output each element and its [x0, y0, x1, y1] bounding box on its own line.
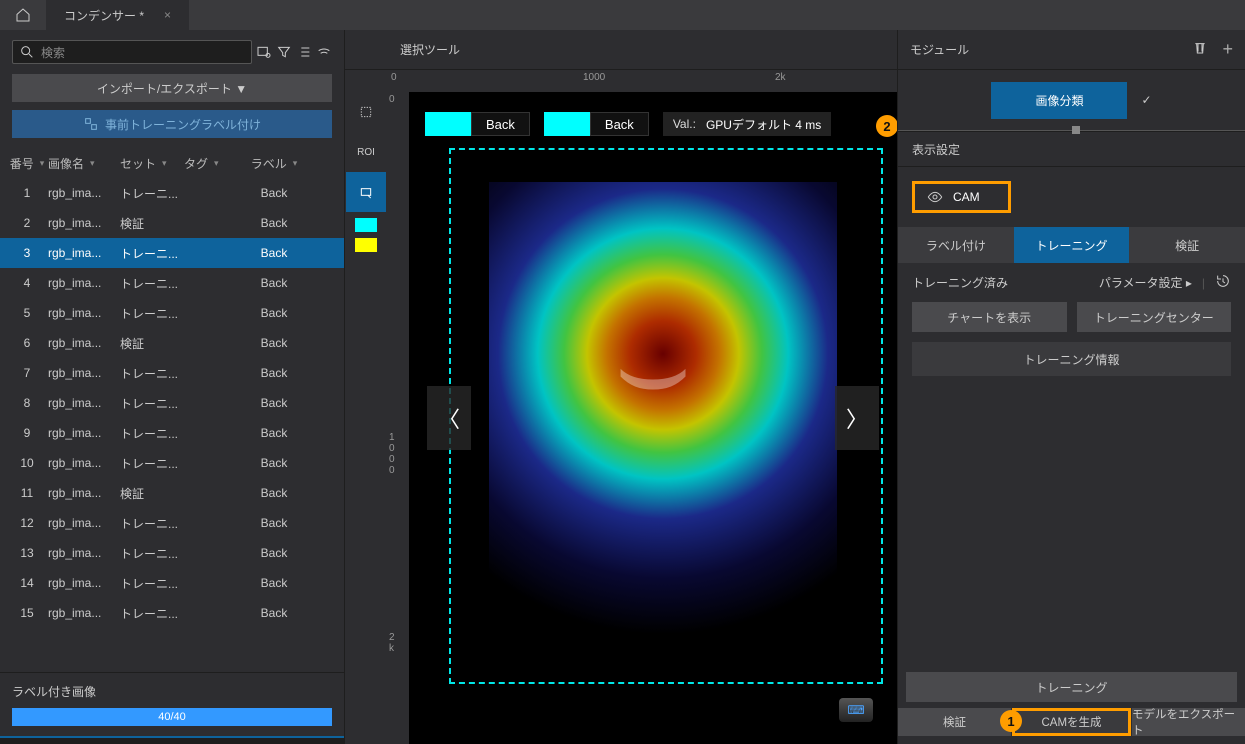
history-icon[interactable]: [1215, 273, 1231, 292]
pretrain-icon: [83, 116, 99, 132]
table-row[interactable]: 9rgb_ima...トレーニ...Back: [0, 418, 344, 448]
select-tool[interactable]: [346, 92, 386, 132]
verify-button[interactable]: 検証 1: [898, 708, 1011, 736]
right-tabs: ラベル付け トレーニング 検証: [898, 227, 1245, 263]
training-info-header: トレーニング情報: [912, 342, 1231, 376]
module-title: モジュール: [910, 41, 969, 58]
module-button[interactable]: 画像分類: [991, 82, 1127, 119]
callout-badge-1: 1: [1000, 710, 1022, 732]
canvas-panel: 選択ツール 0 1000 2k ROI 0 1 0 0 0 2 k Back: [345, 30, 897, 744]
check-icon[interactable]: ✓: [1141, 93, 1151, 107]
tab-verify[interactable]: 検証: [1129, 227, 1245, 263]
import-export-button[interactable]: インポート/エクスポート ▼: [12, 74, 332, 102]
callout-badge-2: 2: [876, 115, 897, 137]
rect-tool[interactable]: [346, 172, 386, 212]
left-panel: 検索 インポート/エクスポート ▼ 事前トレーニングラベル付け 番号 画像名 セ…: [0, 30, 345, 744]
search-icon: [19, 44, 35, 60]
training-center-button[interactable]: トレーニングセンター: [1077, 302, 1232, 332]
tab-labeling[interactable]: ラベル付け: [898, 227, 1014, 263]
col-image-name[interactable]: 画像名: [48, 155, 120, 172]
next-image-button[interactable]: 〉: [835, 386, 879, 450]
table-row[interactable]: 12rgb_ima...トレーニ...Back: [0, 508, 344, 538]
ruler-horizontal: 0 1000 2k: [387, 70, 897, 92]
class-badge-2: Back: [544, 112, 649, 136]
wifi-icon[interactable]: [316, 44, 332, 60]
tab-training[interactable]: トレーニング: [1014, 227, 1130, 263]
val-info: Val.:GPUデフォルト 4 ms: [663, 112, 831, 136]
swatch-cyan[interactable]: [355, 218, 377, 232]
table-header: 番号 画像名 セット タグ ラベル: [0, 148, 344, 178]
prev-image-button[interactable]: 〈: [427, 386, 471, 450]
search-input[interactable]: 検索: [12, 40, 252, 64]
train-button[interactable]: トレーニング: [906, 672, 1237, 702]
table-row[interactable]: 3rgb_ima...トレーニ...Back: [0, 238, 344, 268]
image-table-body: 1rgb_ima...トレーニ...Back2rgb_ima...検証Back3…: [0, 178, 344, 672]
export-model-button[interactable]: モデルをエクスポート: [1132, 708, 1245, 736]
trained-status: トレーニング済み: [912, 274, 1008, 291]
col-label[interactable]: ラベル: [239, 155, 309, 172]
cam-toggle-button[interactable]: CAM: [912, 181, 1011, 213]
close-icon[interactable]: ×: [164, 8, 171, 22]
project-tab-title: コンデンサー *: [64, 7, 144, 24]
progress-fill: 40/40: [12, 708, 332, 726]
class-badge-1: Back: [425, 112, 530, 136]
table-row[interactable]: 7rgb_ima...トレーニ...Back: [0, 358, 344, 388]
title-bar: コンデンサー * ×: [0, 0, 1245, 30]
home-icon: [15, 7, 31, 23]
ruler-vertical: 0 1 0 0 0 2 k: [387, 92, 409, 744]
table-row[interactable]: 10rgb_ima...トレーニ...Back: [0, 448, 344, 478]
table-row[interactable]: 6rgb_ima...検証Back: [0, 328, 344, 358]
list-icon[interactable]: [296, 44, 312, 60]
col-number[interactable]: 番号: [6, 155, 48, 172]
col-tag[interactable]: タグ: [184, 155, 239, 172]
keyboard-icon[interactable]: ⌨: [839, 698, 873, 722]
home-button[interactable]: [0, 0, 46, 30]
table-row[interactable]: 14rgb_ima...トレーニ...Back: [0, 568, 344, 598]
trash-icon[interactable]: [1192, 39, 1208, 60]
show-chart-button[interactable]: チャートを表示: [912, 302, 1067, 332]
progress-bar: 40/40: [12, 708, 332, 726]
display-settings-title: 表示設定: [898, 131, 1245, 167]
table-row[interactable]: 1rgb_ima...トレーニ...Back: [0, 178, 344, 208]
filter-icon[interactable]: [276, 44, 292, 60]
swatch-yellow[interactable]: [355, 238, 377, 252]
table-row[interactable]: 8rgb_ima...トレーニ...Back: [0, 388, 344, 418]
table-row[interactable]: 15rgb_ima...トレーニ...Back: [0, 598, 344, 628]
right-panel: モジュール + 画像分類 ✓ 表示設定 CAM ラベル付け トレーニング 検証 …: [897, 30, 1245, 744]
eye-icon: [927, 189, 943, 205]
roi-tool[interactable]: ROI: [346, 132, 386, 172]
table-row[interactable]: 13rgb_ima...トレーニ...Back: [0, 538, 344, 568]
table-row[interactable]: 4rgb_ima...トレーニ...Back: [0, 268, 344, 298]
plus-icon[interactable]: +: [1222, 39, 1233, 60]
pretrain-label-button[interactable]: 事前トレーニングラベル付け: [12, 110, 332, 138]
image-search-icon[interactable]: [256, 44, 272, 60]
col-set[interactable]: セット: [120, 155, 184, 172]
table-row[interactable]: 11rgb_ima...検証Back: [0, 478, 344, 508]
viewport[interactable]: Back Back Val.:GPUデフォルト 4 ms ⌣ 2 〈 〉 ⌨: [409, 92, 897, 744]
toolstrip: ROI: [345, 92, 387, 744]
roi-rect[interactable]: [449, 148, 883, 684]
generate-cam-button[interactable]: CAMを生成: [1012, 708, 1131, 736]
labeled-images-label: ラベル付き画像: [12, 683, 332, 700]
param-settings-link[interactable]: パラメータ設定 ▸: [1099, 274, 1192, 291]
project-tab[interactable]: コンデンサー * ×: [46, 0, 189, 30]
center-title: 選択ツール: [345, 30, 897, 70]
table-row[interactable]: 2rgb_ima...検証Back: [0, 208, 344, 238]
table-row[interactable]: 5rgb_ima...トレーニ...Back: [0, 298, 344, 328]
